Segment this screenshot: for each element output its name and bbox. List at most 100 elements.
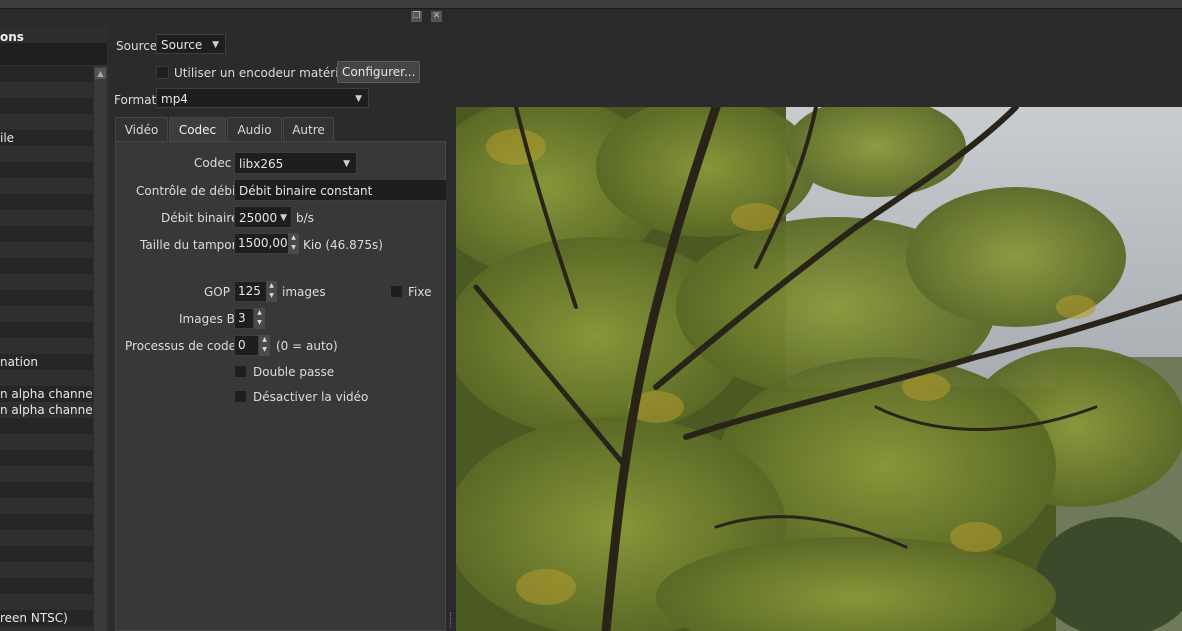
preset-list-item[interactable] (0, 322, 93, 338)
two-pass-label: Double passe (253, 365, 335, 379)
disable-video-checkbox[interactable] (234, 390, 247, 403)
bitrate-value: 25000 (239, 211, 278, 225)
format-label: Format (114, 93, 157, 107)
buffer-spinbox[interactable]: 1500,00 (234, 233, 289, 254)
presets-title: ons (0, 30, 24, 44)
dock-title-bar (0, 9, 1182, 25)
spin-arrows-icon[interactable]: ▲ ▼ (266, 281, 277, 302)
bframes-value: 3 (238, 311, 246, 325)
preset-list-item[interactable] (0, 578, 93, 594)
bframes-label: Images B (179, 312, 235, 326)
preset-list-item[interactable] (0, 146, 93, 162)
tab-codec[interactable]: Codec (169, 117, 226, 142)
rate-control-value: Débit binaire constant (239, 184, 373, 198)
buffer-unit: Kio (46.875s) (303, 238, 383, 252)
preset-list-item[interactable] (0, 98, 93, 114)
gop-fixed-checkbox[interactable] (390, 285, 403, 298)
chevron-down-icon: ▼ (355, 94, 362, 104)
preset-list-item[interactable] (0, 242, 93, 258)
tab-other[interactable]: Autre (283, 117, 334, 141)
preset-list-item[interactable] (0, 594, 93, 610)
presets-search-input[interactable] (0, 43, 107, 65)
preset-list-item[interactable] (0, 482, 93, 498)
preset-list-item[interactable] (0, 290, 93, 306)
codec-select[interactable]: libx265 ▼ (234, 152, 357, 174)
format-select[interactable]: mp4 ▼ (156, 88, 369, 108)
preset-list-item[interactable]: reen NTSC) (0, 610, 93, 626)
preset-list-item[interactable] (0, 530, 93, 546)
preset-list-item[interactable]: ile (0, 130, 93, 146)
format-value: mp4 (161, 92, 188, 106)
preset-list-item[interactable] (0, 210, 93, 226)
source-value: Source (161, 38, 203, 52)
preset-list-item[interactable] (0, 498, 93, 514)
preset-list-item[interactable] (0, 178, 93, 194)
preset-list-item[interactable] (0, 82, 93, 98)
preset-list-item[interactable]: n alpha channel (0, 386, 93, 402)
preset-list-item[interactable] (0, 66, 93, 82)
gop-fixed-label: Fixe (408, 285, 432, 299)
title-bar (0, 0, 1182, 9)
threads-spinbox[interactable]: 0 (234, 335, 259, 356)
bitrate-combo[interactable]: 25000 ▼ (234, 206, 292, 228)
source-select[interactable]: Source ▼ (156, 34, 226, 54)
preset-list-item[interactable] (0, 306, 93, 322)
preset-list-item[interactable] (0, 226, 93, 242)
preset-list-item[interactable] (0, 338, 93, 354)
preset-list-item[interactable] (0, 274, 93, 290)
hw-encoder-checkbox[interactable] (156, 66, 169, 79)
preset-list-item[interactable] (0, 514, 93, 530)
threads-value: 0 (238, 338, 246, 352)
preset-list-item[interactable] (0, 418, 93, 434)
spin-arrows-icon[interactable]: ▲ ▼ (254, 308, 265, 329)
float-window-icon[interactable]: ❐ (411, 11, 422, 22)
preset-list-item[interactable]: nation (0, 354, 93, 370)
rate-control-select[interactable]: Débit binaire constant (234, 179, 446, 201)
splitter-grip[interactable] (450, 612, 453, 628)
buffer-value: 1500,00 (238, 236, 288, 250)
disable-video-label: Désactiver la vidéo (253, 390, 369, 404)
buffer-label: Taille du tampon (140, 238, 240, 252)
threads-hint: (0 = auto) (276, 339, 338, 353)
preset-list-item[interactable] (0, 162, 93, 178)
configure-button[interactable]: Configurer... (337, 61, 421, 83)
codec-label: Codec (194, 156, 232, 170)
video-preview (456, 107, 1182, 631)
preset-list-item[interactable] (0, 258, 93, 274)
preview-image (456, 107, 1182, 631)
preset-list-item[interactable] (0, 114, 93, 130)
gop-unit: images (282, 285, 326, 299)
preset-list-item[interactable] (0, 194, 93, 210)
bitrate-label: Débit binaire (161, 211, 239, 225)
hw-encoder-label: Utiliser un encodeur matériel (174, 66, 350, 80)
chevron-down-icon: ▼ (343, 159, 350, 169)
threads-label: Processus de codec (125, 339, 243, 353)
gop-spinbox[interactable]: 125 (234, 281, 267, 302)
preset-list-item[interactable] (0, 546, 93, 562)
rate-control-label: Contrôle de débit (136, 184, 241, 198)
bframes-spinbox[interactable]: 3 (234, 308, 254, 329)
close-icon[interactable]: ✕ (431, 11, 442, 22)
spin-arrows-icon[interactable]: ▲ ▼ (259, 335, 270, 356)
presets-list: ile nation n alpha channel n alpha channel r… (0, 66, 93, 631)
spin-arrows-icon[interactable]: ▲ ▼ (288, 233, 299, 254)
tab-audio[interactable]: Audio (227, 117, 282, 141)
bitrate-unit: b/s (296, 211, 314, 225)
gop-label: GOP (204, 285, 230, 299)
tab-video[interactable]: Vidéo (115, 117, 168, 141)
preset-list-item[interactable] (0, 466, 93, 482)
source-label: Source (116, 39, 158, 53)
preset-list-item[interactable]: n alpha channel (0, 402, 93, 418)
two-pass-checkbox[interactable] (234, 365, 247, 378)
chevron-down-icon: ▼ (212, 40, 219, 50)
chevron-down-icon: ▼ (280, 213, 287, 223)
panel-splitter[interactable] (447, 107, 456, 631)
preset-list-item[interactable] (0, 450, 93, 466)
scroll-up-icon[interactable]: ▲ (95, 68, 106, 79)
presets-scrollbar[interactable] (94, 66, 107, 631)
gop-value: 125 (238, 284, 261, 298)
preset-list-item[interactable] (0, 434, 93, 450)
preset-list-item[interactable] (0, 370, 93, 386)
preset-list-item[interactable] (0, 562, 93, 578)
codec-value: libx265 (239, 157, 284, 171)
